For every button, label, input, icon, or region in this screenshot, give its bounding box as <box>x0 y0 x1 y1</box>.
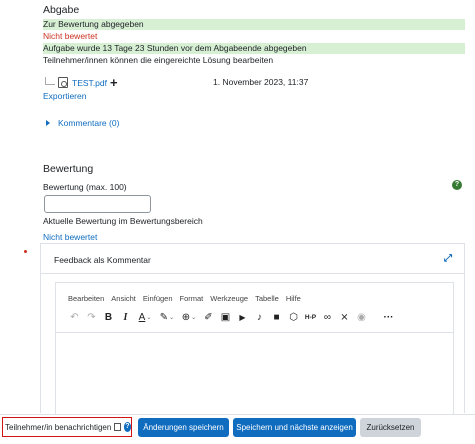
menu-ansicht[interactable]: Ansicht <box>111 294 136 303</box>
microphone-icon[interactable]: ♪ <box>251 310 268 324</box>
rich-text-editor[interactable]: Bearbeiten Ansicht Einfügen Format Werkz… <box>55 282 454 414</box>
h5p-icon[interactable]: H-P <box>302 310 319 324</box>
expand-icon[interactable]: ⤢ <box>444 254 454 264</box>
section-heading-abgabe: Abgabe <box>43 4 80 16</box>
editor-divider <box>56 332 453 333</box>
tree-connector <box>45 76 55 85</box>
grade-label: Bewertung (max. 100) <box>43 182 127 192</box>
notify-students: Teilnehmer/in benachrichtigen ? <box>2 417 132 437</box>
editor-toolbar: ↶ ↷ B I A ⌄ ✎ ⌄ ⊕ ⌄ ✐ ▣ ▶ ♪ ■ ⬡ H-P ∞ ⨯ ◉ ·… <box>66 310 397 324</box>
notify-label: Teilnehmer/in benachrichtigen <box>5 422 112 432</box>
notify-checkbox[interactable] <box>114 423 121 431</box>
chevron-down-icon: ⌄ <box>191 314 197 321</box>
more-icon[interactable]: ··· <box>380 310 397 324</box>
help-icon[interactable]: ? <box>123 422 131 432</box>
reset-button[interactable]: Zurücksetzen <box>360 418 421 437</box>
grade-input[interactable] <box>44 195 151 213</box>
bold-icon[interactable]: B <box>100 310 117 324</box>
link-world-icon[interactable]: ⊕ ⌄ <box>178 310 200 324</box>
highlight-glyph: ✎ <box>159 311 169 323</box>
text-color-icon[interactable]: A ⌄ <box>134 310 156 324</box>
expand-triangle-icon <box>46 120 50 126</box>
unlink-icon[interactable]: ⨯ <box>336 310 353 324</box>
chevron-down-icon: ⌄ <box>169 314 175 321</box>
help-icon[interactable]: ? <box>452 180 462 190</box>
menu-tabelle[interactable]: Tabelle <box>255 294 279 303</box>
redo-icon[interactable]: ↷ <box>83 310 100 324</box>
eye-icon[interactable]: ◉ <box>353 310 370 324</box>
editor-menubar: Bearbeiten Ansicht Einfügen Format Werkz… <box>68 294 301 303</box>
save-next-button[interactable]: Speichern und nächste anzeigen <box>233 418 356 437</box>
menu-bearbeiten[interactable]: Bearbeiten <box>68 294 104 303</box>
plus-icon[interactable]: + <box>110 76 118 89</box>
status-editable: Teilnehmer/innen können die eingereichte… <box>43 55 274 65</box>
comments-link[interactable]: Kommentare (0) <box>58 118 119 128</box>
status-grading: Nicht bewertet <box>43 31 98 41</box>
current-grade-label: Aktuelle Bewertung im Bewertungsbereich <box>43 216 203 226</box>
section-heading-bewertung: Bewertung <box>43 163 94 175</box>
required-indicator-icon <box>24 250 27 253</box>
world-glyph: ⊕ <box>181 311 191 323</box>
submission-file: TEST.pdf + <box>45 76 118 89</box>
pen-icon[interactable]: ✐ <box>200 310 217 324</box>
save-button[interactable]: Änderungen speichern <box>138 418 229 437</box>
status-time: Aufgabe wurde 13 Tage 23 Stunden vor dem… <box>43 43 465 54</box>
undo-icon[interactable]: ↶ <box>66 310 83 324</box>
link-icon[interactable]: ∞ <box>319 310 336 324</box>
menu-einfuegen[interactable]: Einfügen <box>143 294 173 303</box>
image-icon[interactable]: ▣ <box>217 310 234 324</box>
italic-icon[interactable]: I <box>117 310 134 324</box>
text-color-glyph: A <box>138 311 146 323</box>
action-footer: Teilnehmer/in benachrichtigen ? Änderung… <box>0 414 475 444</box>
pdf-file-icon <box>58 77 68 88</box>
menu-format[interactable]: Format <box>180 294 204 303</box>
video-icon[interactable]: ■ <box>268 310 285 324</box>
export-link[interactable]: Exportieren <box>43 91 86 101</box>
menu-werkzeuge[interactable]: Werkzeuge <box>210 294 248 303</box>
content-bank-icon[interactable]: ⬡ <box>285 310 302 324</box>
feedback-card: Feedback als Kommentar ⤢ Bearbeiten Ansi… <box>40 243 465 414</box>
feedback-title: Feedback als Kommentar <box>54 255 151 265</box>
highlight-icon[interactable]: ✎ ⌄ <box>156 310 178 324</box>
file-date: 1. November 2023, 11:37 <box>213 77 309 87</box>
media-icon[interactable]: ▶ <box>234 310 251 324</box>
menu-hilfe[interactable]: Hilfe <box>286 294 301 303</box>
chevron-down-icon: ⌄ <box>146 314 152 321</box>
current-grade-link[interactable]: Nicht bewertet <box>43 232 97 242</box>
file-link[interactable]: TEST.pdf <box>72 78 107 88</box>
status-submitted: Zur Bewertung abgegeben <box>43 19 465 30</box>
divider <box>41 273 464 274</box>
comments-toggle[interactable]: Kommentare (0) <box>46 118 119 128</box>
